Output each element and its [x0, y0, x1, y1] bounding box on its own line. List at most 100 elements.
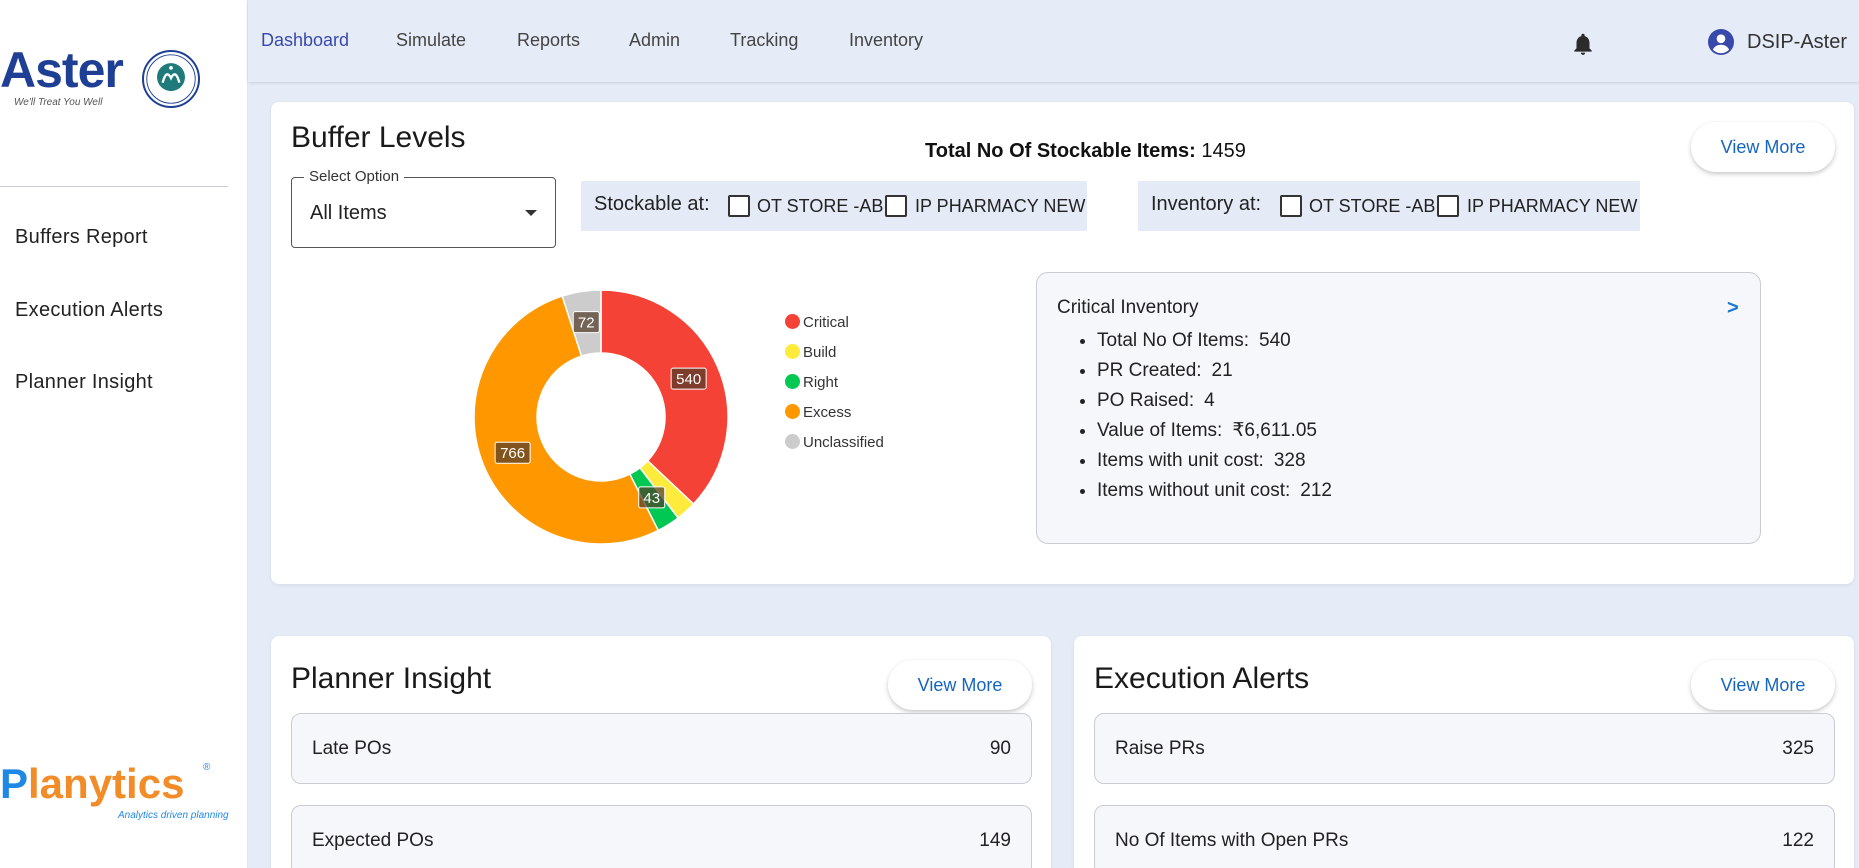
legend-swatch: [785, 314, 800, 329]
inventory-at-filter: Inventory at: OT STORE -AB IP PHARMACY N…: [1138, 181, 1640, 231]
legend-label: Unclassified: [803, 434, 884, 451]
planner-insight-card: Planner Insight View More Late POs 90 Ex…: [271, 636, 1051, 868]
legend-item-right[interactable]: Right: [785, 374, 838, 391]
sidebar-item-buffers-report[interactable]: Buffers Report: [15, 226, 148, 249]
critical-inventory-item: Items without unit cost: 212: [1097, 476, 1332, 506]
inventory-ip-pharmacy-checkbox[interactable]: [1437, 195, 1459, 217]
execution-alerts-card: Execution Alerts View More Raise PRs 325…: [1074, 636, 1854, 868]
execution-alerts-row-raise-prs[interactable]: Raise PRs 325: [1094, 713, 1835, 784]
select-option-legend: Select Option: [304, 168, 405, 185]
execution-alerts-row-open-prs[interactable]: No Of Items with Open PRs 122: [1094, 805, 1835, 868]
critical-item-value: 4: [1204, 390, 1215, 411]
critical-item-value: 212: [1300, 480, 1332, 501]
planner-insight-row-expected-pos[interactable]: Expected POs 149: [291, 805, 1032, 868]
stockable-at-label: Stockable at:: [594, 193, 710, 215]
row-value: 122: [1782, 830, 1814, 851]
nav-reports[interactable]: Reports: [517, 30, 580, 51]
planner-insight-title: Planner Insight: [291, 662, 492, 695]
bell-icon[interactable]: [1570, 30, 1596, 58]
buffer-levels-view-more-button[interactable]: View More: [1691, 122, 1835, 172]
critical-inventory-title: Critical Inventory: [1057, 297, 1199, 318]
total-stockable-items-value: 1459: [1201, 140, 1246, 162]
planytics-logo-text: Planytics: [0, 760, 184, 808]
planytics-logo-rest: lanytics: [28, 760, 185, 807]
critical-item-label: PR Created:: [1097, 360, 1202, 381]
stockable-at-filter: Stockable at: OT STORE -AB IP PHARMACY N…: [581, 181, 1087, 231]
legend-label: Right: [803, 374, 839, 391]
nav-dashboard[interactable]: Dashboard: [261, 30, 349, 51]
aster-logo-text: Aster: [0, 42, 124, 98]
legend-item-unclassified[interactable]: Unclassified: [785, 434, 884, 451]
nav-inventory[interactable]: Inventory: [849, 30, 923, 51]
data-label-critical: 540: [670, 367, 707, 390]
critical-item-label: Value of Items:: [1097, 420, 1223, 441]
critical-inventory-item: Value of Items: ₹6,611.05: [1097, 416, 1332, 446]
donut-slice-critical[interactable]: [600, 289, 729, 506]
select-option-value: All Items: [310, 202, 387, 224]
data-label-excess: 766: [494, 441, 531, 464]
aster-logo[interactable]: Aster We'll Treat You Well: [0, 42, 230, 122]
account-circle-icon[interactable]: [1708, 29, 1734, 55]
planner-insight-view-more-button[interactable]: View More: [888, 660, 1032, 710]
chevron-down-icon: [525, 210, 537, 216]
critical-inventory-item: Total No Of Items: 540: [1097, 326, 1332, 356]
data-label-text: 72: [578, 315, 595, 332]
legend-item-build[interactable]: Build: [785, 344, 836, 361]
execution-alerts-title: Execution Alerts: [1094, 662, 1310, 695]
critical-item-value: 328: [1273, 450, 1306, 471]
inventory-ot-store-label: OT STORE -AB: [1309, 196, 1436, 216]
critical-item-label: Items without unit cost:: [1097, 480, 1291, 501]
inventory-at-label: Inventory at:: [1151, 193, 1262, 215]
sidebar: Aster We'll Treat You Well Buffers Repor…: [0, 0, 248, 868]
total-stockable-items: Total No Of Stockable Items: 1459: [925, 140, 1246, 163]
user-name[interactable]: DSIP-Aster: [1747, 31, 1847, 54]
buffer-levels-card: Buffer Levels Total No Of Stockable Item…: [271, 102, 1854, 584]
top-nav-bar: Dashboard Simulate Reports Admin Trackin…: [248, 0, 1859, 82]
select-option-dropdown[interactable]: Select Option All Items: [291, 168, 556, 248]
data-label-unclassified: 72: [572, 311, 600, 334]
row-value: 149: [979, 830, 1011, 851]
legend-item-excess[interactable]: Excess: [785, 404, 851, 421]
data-label-text: 540: [676, 371, 701, 388]
total-stockable-items-label: Total No Of Stockable Items:: [925, 140, 1196, 162]
buffer-levels-donut-chart: 540 43 766 72: [473, 289, 729, 545]
buffer-levels-title: Buffer Levels: [291, 121, 466, 154]
nav-tracking[interactable]: Tracking: [730, 30, 798, 51]
critical-inventory-item: Items with unit cost: 328: [1097, 446, 1332, 476]
stockable-ip-pharmacy-label: IP PHARMACY NEW: [915, 196, 1086, 216]
stockable-ot-store-label: OT STORE -AB: [757, 196, 884, 216]
data-label-text: 766: [500, 445, 525, 462]
legend-label: Excess: [803, 404, 852, 421]
data-label-text: 43: [643, 490, 660, 507]
row-value: 325: [1782, 738, 1814, 759]
nav-simulate[interactable]: Simulate: [396, 30, 466, 51]
legend-swatch: [785, 374, 800, 389]
legend-swatch: [785, 404, 800, 419]
execution-alerts-view-more-button[interactable]: View More: [1691, 660, 1835, 710]
legend-label: Build: [803, 344, 837, 361]
aster-seal-icon: [142, 50, 200, 108]
sidebar-item-planner-insight[interactable]: Planner Insight: [15, 371, 153, 394]
row-label: Late POs: [312, 738, 392, 759]
row-label: Expected POs: [312, 830, 434, 851]
data-label-right: 43: [638, 486, 666, 509]
inventory-ip-pharmacy-label: IP PHARMACY NEW: [1467, 196, 1638, 216]
critical-inventory-panel: Critical Inventory > Total No Of Items: 5…: [1036, 272, 1761, 544]
critical-item-value: 540: [1259, 330, 1291, 351]
inventory-ot-store-checkbox[interactable]: [1280, 195, 1302, 217]
critical-inventory-item: PO Raised: 4: [1097, 386, 1332, 416]
critical-item-label: Total No Of Items:: [1097, 330, 1250, 351]
row-value: 90: [989, 738, 1011, 759]
legend-item-critical[interactable]: Critical: [785, 314, 849, 331]
stockable-ip-pharmacy-checkbox[interactable]: [885, 195, 907, 217]
critical-inventory-arrow-link[interactable]: >: [1727, 297, 1739, 320]
sidebar-item-execution-alerts[interactable]: Execution Alerts: [15, 299, 163, 322]
sidebar-divider: [0, 186, 228, 187]
stockable-ot-store-checkbox[interactable]: [728, 195, 750, 217]
planner-insight-row-late-pos[interactable]: Late POs 90: [291, 713, 1032, 784]
critical-item-value: 21: [1211, 360, 1233, 381]
critical-inventory-list: Total No Of Items: 540 PR Created: 21 PO R…: [1097, 326, 1332, 506]
critical-item-label: Items with unit cost:: [1097, 450, 1264, 471]
nav-admin[interactable]: Admin: [629, 30, 680, 51]
row-label: Raise PRs: [1115, 738, 1205, 759]
